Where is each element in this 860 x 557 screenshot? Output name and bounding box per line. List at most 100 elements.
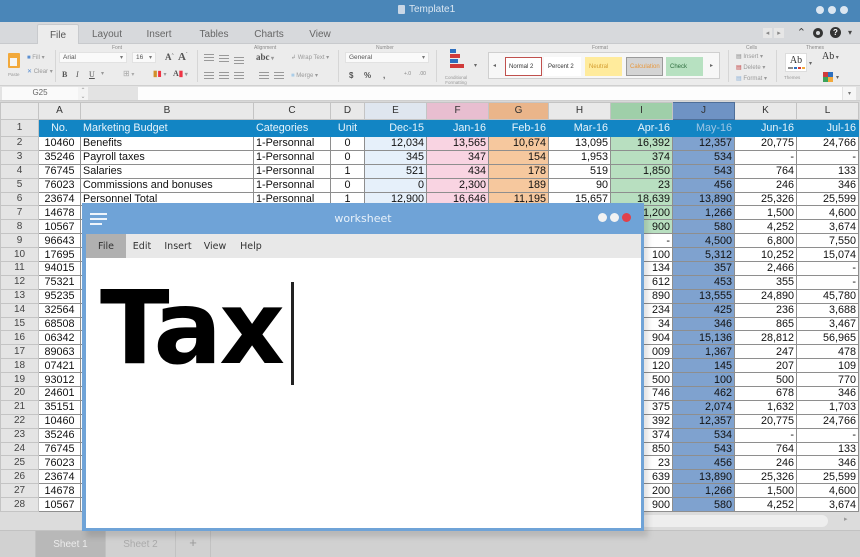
cell[interactable]: 28,812 (734, 330, 797, 346)
underline-button[interactable]: U (89, 70, 95, 79)
insert-cells-button[interactable]: ▤ Insert ▾ (736, 53, 763, 60)
close-button[interactable] (622, 213, 631, 222)
cell[interactable]: 345 (364, 149, 427, 165)
cell[interactable]: 100 (672, 372, 735, 388)
cell[interactable]: 1 (330, 163, 365, 179)
style-check[interactable]: Check (666, 57, 703, 76)
row-header[interactable]: 10 (0, 247, 39, 263)
cell[interactable]: 25,326 (734, 469, 797, 485)
cell[interactable]: 4,500 (672, 233, 735, 249)
header-cell[interactable]: Feb-16 (488, 119, 549, 137)
cell[interactable]: 10,674 (488, 136, 549, 151)
cell[interactable]: 434 (426, 163, 489, 179)
row-header[interactable]: 16 (0, 330, 39, 346)
cell[interactable]: Salaries (80, 163, 254, 179)
menu-edit[interactable]: Edit (126, 234, 158, 258)
cell[interactable]: 76745 (38, 163, 81, 179)
fill-button[interactable]: ■ Fill ▾ (27, 54, 45, 61)
cell[interactable]: Payroll taxes (80, 149, 254, 165)
column-header-e[interactable]: E (364, 102, 427, 120)
cell[interactable]: 25,326 (734, 191, 797, 207)
row-header[interactable]: 20 (0, 386, 39, 401)
percent-button[interactable]: % (364, 71, 371, 80)
themes-button[interactable]: Ab (785, 53, 807, 72)
clear-button[interactable]: ✕ Clear ▾ (27, 68, 53, 75)
conditional-formatting-icon[interactable] (446, 49, 468, 69)
merge-button[interactable]: ■ Merge ▾ (291, 72, 318, 79)
tab-view[interactable]: View (298, 24, 342, 44)
cell[interactable]: 12,357 (672, 413, 735, 429)
cell[interactable]: 1,703 (796, 399, 859, 415)
maximize-button[interactable] (610, 213, 619, 222)
format-cells-button[interactable]: ▤ Format ▾ (736, 75, 767, 82)
shrink-font-button[interactable]: Aˇ (178, 51, 187, 63)
header-cell[interactable]: Jun-16 (734, 119, 797, 137)
tab-insert[interactable]: Insert (137, 24, 181, 44)
cell[interactable]: 478 (796, 344, 859, 360)
cell[interactable]: 246 (734, 455, 797, 471)
header-cell[interactable]: No. (38, 119, 81, 137)
cell[interactable]: 96643 (38, 233, 81, 249)
align-left-icon[interactable] (204, 72, 214, 79)
row-header[interactable]: 12 (0, 274, 39, 290)
underline-dropdown[interactable]: ▾ (101, 70, 104, 77)
chevron-down-icon[interactable]: ▾ (848, 28, 852, 37)
cell[interactable]: 76023 (38, 177, 81, 193)
cell[interactable]: 15,136 (672, 330, 735, 346)
cell[interactable]: 236 (734, 302, 797, 318)
row-header[interactable]: 2 (0, 136, 39, 151)
column-header-g[interactable]: G (488, 102, 549, 120)
cell[interactable]: 35246 (38, 427, 81, 443)
cell[interactable]: 15,074 (796, 247, 859, 263)
bold-button[interactable]: B (62, 70, 67, 79)
cell[interactable]: 521 (364, 163, 427, 179)
cell[interactable]: 374 (610, 149, 673, 165)
font-name-select[interactable]: Arial ▾ (59, 52, 127, 63)
cell[interactable]: 1,632 (734, 399, 797, 415)
themes-dropdown[interactable]: ▾ (809, 60, 812, 67)
row-header[interactable]: 24 (0, 441, 39, 457)
row-header[interactable]: 7 (0, 205, 39, 221)
tab-file[interactable]: File (37, 24, 79, 44)
name-box[interactable]: G25 (2, 87, 78, 100)
theme-fonts-button[interactable]: Ab ▾ (822, 51, 839, 62)
select-all-corner[interactable] (0, 102, 39, 120)
cell[interactable]: - (734, 427, 797, 443)
column-header-c[interactable]: C (253, 102, 331, 120)
cell[interactable]: 25,599 (796, 191, 859, 207)
cell[interactable]: 770 (796, 372, 859, 388)
cell[interactable]: 23674 (38, 469, 81, 485)
cell[interactable]: 68508 (38, 316, 81, 332)
cell[interactable]: 580 (672, 497, 735, 513)
orientation-button[interactable]: abc ▾ (256, 52, 274, 62)
cell[interactable]: 580 (672, 219, 735, 235)
cell[interactable]: 1-Personnal (253, 163, 331, 179)
cell[interactable]: 10460 (38, 413, 81, 429)
cell[interactable]: 20,775 (734, 413, 797, 429)
cell[interactable]: 4,252 (734, 497, 797, 513)
cell[interactable]: 2,074 (672, 399, 735, 415)
cell[interactable]: 133 (796, 163, 859, 179)
document-editor[interactable]: Tax (86, 258, 641, 528)
cell[interactable]: 14678 (38, 205, 81, 221)
column-header-k[interactable]: K (734, 102, 797, 120)
row-header[interactable]: 17 (0, 344, 39, 360)
row-header[interactable]: 27 (0, 483, 39, 499)
help-icon[interactable]: ? (829, 27, 841, 38)
increase-decimal-button[interactable]: +.0 (404, 71, 411, 77)
cell[interactable]: 3,467 (796, 316, 859, 332)
cell[interactable]: 678 (734, 386, 797, 401)
cell[interactable]: 865 (734, 316, 797, 332)
row-header[interactable]: 25 (0, 455, 39, 471)
row-header[interactable]: 14 (0, 302, 39, 318)
cell[interactable]: 247 (734, 344, 797, 360)
cell[interactable]: 534 (672, 427, 735, 443)
style-percent-2[interactable]: Percent 2 (544, 57, 581, 76)
cell[interactable]: 346 (796, 177, 859, 193)
row-header[interactable]: 21 (0, 399, 39, 415)
row-header[interactable]: 8 (0, 219, 39, 235)
row-header[interactable]: 11 (0, 261, 39, 276)
header-cell[interactable]: Jul-16 (796, 119, 859, 137)
cell[interactable]: 35151 (38, 399, 81, 415)
align-center-icon[interactable] (219, 72, 229, 79)
